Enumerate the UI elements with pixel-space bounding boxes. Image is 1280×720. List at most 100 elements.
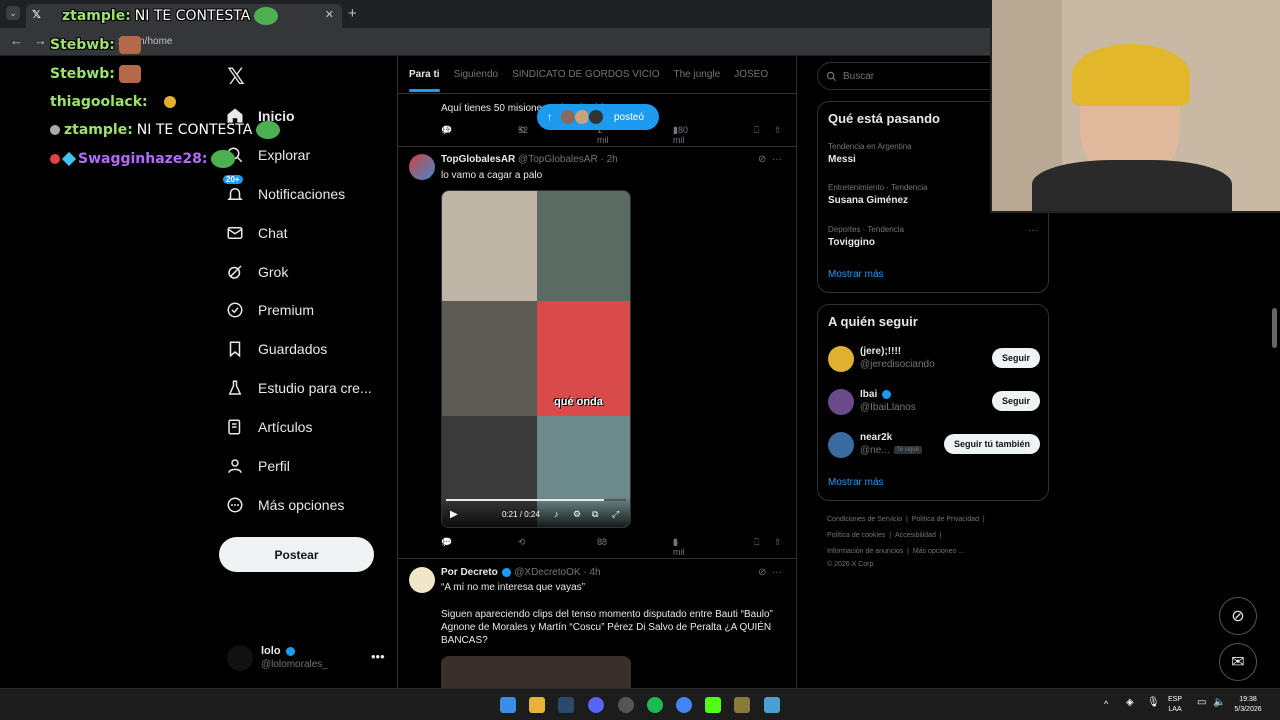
footer-link[interactable]: Accesibilidad [895, 532, 936, 539]
reply-button[interactable]: 💬 1 [441, 537, 452, 548]
grok-icon[interactable]: ⊘ [758, 154, 766, 165]
footer-link[interactable]: Información de anuncios [827, 548, 903, 555]
kick-icon[interactable] [705, 697, 721, 713]
back-icon[interactable]: ← [10, 33, 23, 48]
follow-button[interactable]: Seguir [991, 391, 1040, 411]
video-progress-bar[interactable] [446, 499, 626, 501]
views-stat[interactable]: ▮ 6 mil [673, 537, 685, 557]
nav-explore[interactable]: Explorar [226, 144, 310, 166]
reply-button[interactable]: 💬 11 [441, 125, 452, 136]
tab-list-the-jungle[interactable]: The jungle [674, 69, 721, 80]
settings-icon[interactable]: ⚙ [573, 509, 581, 520]
tweet-time[interactable]: 2h [607, 154, 618, 165]
chat-line: thiagoolack: [50, 94, 176, 110]
x-logo-icon[interactable]: 𝕏 [224, 64, 248, 89]
nav-label: Explorar [258, 147, 311, 163]
show-more-link[interactable]: Mostrar más [828, 269, 884, 280]
play-icon[interactable]: ▶ [450, 509, 458, 520]
bookmark-icon[interactable]: ⎕ [754, 537, 759, 548]
start-icon[interactable] [500, 697, 516, 713]
new-tab-button[interactable]: + [348, 5, 357, 22]
avatar[interactable] [409, 567, 435, 593]
trend-item[interactable]: Deportes · Tendencia Toviggino ··· [828, 225, 1038, 248]
nav-creator-studio[interactable]: Estudio para cre... [226, 377, 372, 399]
share-icon[interactable]: ⇧ [774, 125, 782, 136]
minecraft-icon[interactable] [734, 697, 750, 713]
close-tab-icon[interactable]: ✕ [325, 8, 334, 21]
clock[interactable]: 19:38 5/3/2026 [1233, 695, 1263, 715]
bookmark-icon[interactable]: ⎕ [754, 125, 759, 136]
chat-user: Swagginhaze28: [78, 151, 208, 167]
footer-link[interactable]: Política de Privacidad [912, 516, 979, 523]
tab-search-button[interactable]: ⌄ [6, 6, 20, 20]
display-icon[interactable]: ▭ [1197, 698, 1206, 708]
grok-icon[interactable]: ⊘ [758, 567, 766, 578]
follow-suggestion[interactable]: Ibai @IbaiLlanos Seguir [828, 387, 1040, 417]
mic-icon[interactable]: 🎙 [1147, 698, 1160, 708]
more-dots-icon[interactable]: ··· [772, 567, 782, 578]
tab-para-ti[interactable]: Para ti [409, 69, 440, 92]
tweet-video[interactable]: qué onda ▶ 0:21 / 0:24 ♪ ⚙ ⧉ ⤢ [441, 190, 631, 528]
tweet-menu: ⊘ ··· [758, 567, 782, 578]
tab-siguiendo[interactable]: Siguiendo [454, 69, 498, 80]
more-dots-icon[interactable]: ••• [371, 649, 385, 664]
tweet-author[interactable]: TopGlobalesAR [441, 154, 515, 165]
more-dots-icon[interactable]: ··· [772, 154, 782, 165]
repost-button[interactable]: ⟲ [518, 537, 526, 548]
tweet-time[interactable]: 4h [589, 567, 600, 578]
chrome-icon[interactable] [676, 697, 692, 713]
chevron-up-icon[interactable]: ^ [1104, 699, 1108, 709]
forward-icon[interactable]: → [34, 33, 47, 48]
follow-suggestion[interactable]: near2k @ne... Te sigue Seguir tú también [828, 430, 1040, 460]
chat-user: thiagoolack: [50, 94, 148, 110]
follow-back-button[interactable]: Seguir tú también [943, 434, 1040, 454]
obs-icon[interactable] [618, 697, 634, 713]
share-icon[interactable]: ⇧ [774, 537, 782, 548]
tweet-handle[interactable]: @XDecretoOK [514, 567, 580, 578]
volume-icon[interactable]: ♪ [554, 509, 559, 519]
file-explorer-icon[interactable] [529, 697, 545, 713]
pip-icon[interactable]: ⧉ [592, 509, 598, 520]
messages-fab-button[interactable]: ✉ [1219, 643, 1257, 681]
language-indicator[interactable]: ESP LAA [1168, 695, 1182, 715]
nav-notifications[interactable]: 20+ Notificaciones [223, 175, 345, 205]
footer-link[interactable]: Más opciones ... [913, 548, 964, 555]
discord-icon[interactable] [588, 697, 604, 713]
views-stat[interactable]: ▮ 180 mil [673, 125, 688, 145]
tab-list-joseo[interactable]: JOSEO [734, 69, 768, 80]
tab-list-sindicato[interactable]: SINDICATO DE GORDOS VICIO [512, 69, 659, 80]
notepad-icon[interactable] [764, 697, 780, 713]
tweet-media[interactable] [441, 656, 631, 688]
nav-bookmarks[interactable]: Guardados [226, 338, 327, 360]
spotify-icon[interactable] [647, 697, 663, 713]
footer-link[interactable]: Política de cookies [827, 532, 885, 539]
badge-icon [50, 125, 60, 135]
network-icon[interactable]: ◈ [1126, 698, 1134, 708]
more-dots-icon[interactable]: ··· [1028, 225, 1038, 236]
nav-profile[interactable]: Perfil [226, 455, 290, 477]
follow-button[interactable]: Seguir [991, 348, 1040, 368]
grok-fab-button[interactable]: ⊘ [1219, 597, 1257, 635]
show-more-link[interactable]: Mostrar más [828, 477, 884, 488]
steam-icon[interactable] [558, 697, 574, 713]
like-button[interactable]: ♡ 88 [597, 537, 607, 548]
new-posts-label: posteó [614, 111, 645, 123]
account-switcher[interactable]: lolo @lolomorales_ ••• [227, 643, 397, 675]
tweet-handle[interactable]: @TopGlobalesAR [518, 154, 598, 165]
follow-suggestion[interactable]: (jere);!!!! @jeredisociando Seguir [828, 344, 1040, 374]
new-posts-pill[interactable]: ↑ posteó [537, 104, 659, 130]
nav-premium[interactable]: Premium [226, 299, 314, 321]
post-button[interactable]: Postear [219, 537, 374, 572]
nav-articles[interactable]: Artículos [226, 416, 312, 438]
footer-link[interactable]: Condiciones de Servicio [827, 516, 902, 523]
tweet-author[interactable]: Por Decreto [441, 567, 498, 578]
nav-grok[interactable]: Grok [226, 261, 288, 283]
fullscreen-icon[interactable]: ⤢ [612, 509, 619, 520]
nav-more-options[interactable]: Más opciones [226, 494, 344, 516]
avatar[interactable] [409, 154, 435, 180]
nav-chat[interactable]: Chat [226, 222, 288, 244]
volume-icon[interactable]: 🔈 [1213, 698, 1225, 708]
video-frame [442, 301, 537, 416]
repost-button[interactable]: ⟲ 52 [518, 125, 528, 136]
page-scrollbar[interactable] [1272, 308, 1277, 348]
